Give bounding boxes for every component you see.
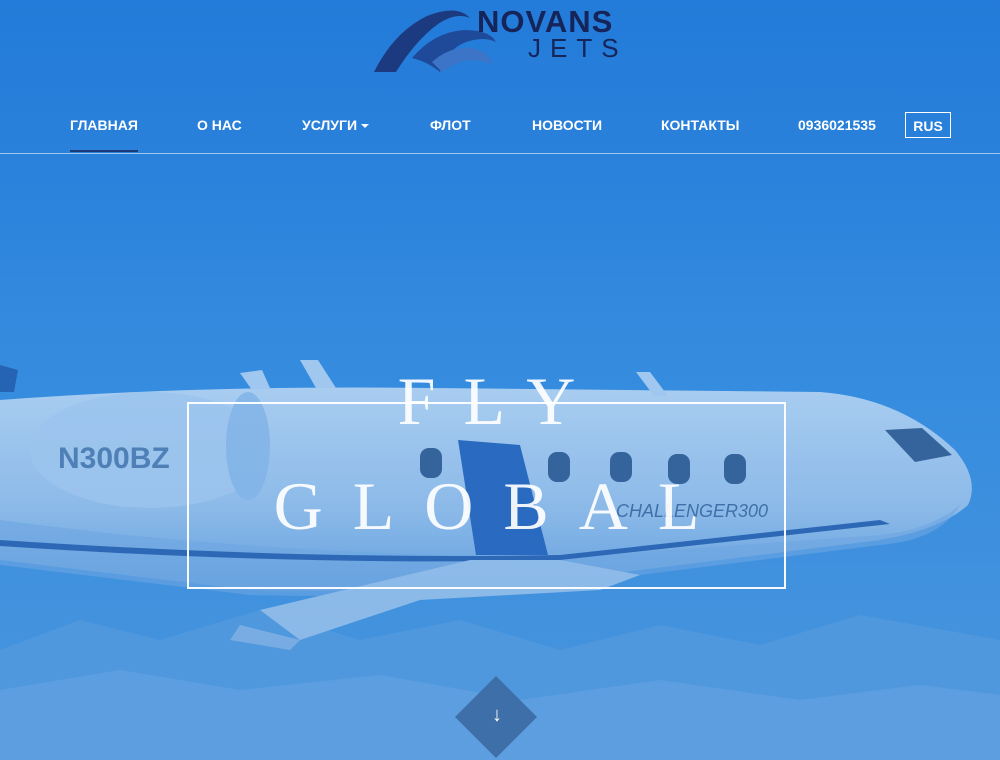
- site-logo[interactable]: NOVANS JETS: [372, 2, 632, 74]
- svg-text:N300BZ: N300BZ: [58, 442, 170, 475]
- chevron-down-icon: [361, 124, 370, 129]
- nav-item-services[interactable]: УСЛУГИ: [302, 117, 370, 133]
- nav-item-phone[interactable]: 0936021535: [798, 117, 876, 133]
- nav-item-contacts[interactable]: КОНТАКТЫ: [661, 117, 739, 133]
- nav-item-about[interactable]: О НАС: [197, 117, 242, 133]
- nav-item-home[interactable]: ГЛАВНАЯ: [70, 117, 138, 152]
- nav-item-news[interactable]: НОВОСТИ: [532, 117, 602, 133]
- language-switcher[interactable]: RUS: [905, 112, 951, 138]
- hero-title-line2: GLOBAL: [273, 468, 730, 544]
- nav-item-fleet[interactable]: ФЛОТ: [430, 117, 471, 133]
- hero-title-line1: FLY: [397, 363, 604, 439]
- arrow-down-icon: ↓: [492, 704, 502, 726]
- nav-item-services-label: УСЛУГИ: [302, 117, 358, 133]
- logo-text-secondary: JETS: [528, 33, 628, 63]
- main-navigation: ГЛАВНАЯ О НАС УСЛУГИ ФЛОТ НОВОСТИ КОНТАК…: [0, 100, 1000, 154]
